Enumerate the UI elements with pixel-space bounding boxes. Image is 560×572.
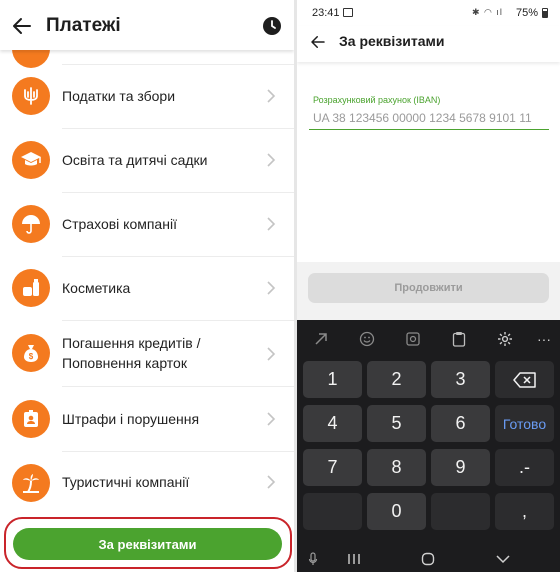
status-bar: 23:41 ✱ ◠ ıl 75% <box>297 0 560 26</box>
system-nav-bar <box>297 546 560 572</box>
requisites-button[interactable]: За реквізитами <box>13 528 282 560</box>
back-arrow-icon[interactable] <box>309 33 327 51</box>
chevron-right-icon <box>267 281 276 295</box>
continue-area: Продовжити <box>297 262 560 320</box>
category-label: Освіта та дитячі садки <box>62 152 208 168</box>
category-label: Погашення кредитів / Поповнення карток <box>62 335 201 371</box>
gallery-icon <box>343 8 353 17</box>
page-title: За реквізитами <box>339 33 445 49</box>
graduation-cap-icon <box>12 141 50 179</box>
trident-icon <box>12 77 50 115</box>
back-chevron-icon[interactable] <box>493 549 513 569</box>
back-arrow-icon[interactable] <box>10 14 34 38</box>
cosmetics-icon <box>12 269 50 307</box>
requisites-header: За реквізитами <box>297 26 560 62</box>
svg-text:$: $ <box>29 352 34 361</box>
continue-button[interactable]: Продовжити <box>308 273 549 303</box>
battery-percent: 75% <box>516 7 539 19</box>
backspace-icon <box>512 371 536 388</box>
category-item-insurance[interactable]: Страхові компанії <box>0 193 294 256</box>
emoji-icon[interactable] <box>356 328 378 350</box>
category-item-taxes[interactable]: Податки та збори <box>0 65 294 128</box>
chevron-right-icon <box>267 153 276 167</box>
badge-icon <box>12 400 50 438</box>
key-4[interactable]: 4 <box>303 405 362 442</box>
key-1[interactable]: 1 <box>303 361 362 398</box>
chevron-right-icon <box>267 412 276 426</box>
money-bag-icon: $ <box>12 334 50 372</box>
payments-header: Платежі <box>0 0 294 50</box>
chevron-right-icon <box>267 347 276 361</box>
category-item-education[interactable]: Освіта та дитячі садки <box>0 129 294 192</box>
home-icon[interactable] <box>418 549 438 569</box>
bottom-action-bar: За реквізитами <box>0 510 294 572</box>
key-3[interactable]: 3 <box>431 361 490 398</box>
category-label: Туристичні компанії <box>62 474 190 490</box>
battery-icon <box>542 8 548 18</box>
done-key[interactable]: Готово <box>495 405 554 442</box>
category-label: Страхові компанії <box>62 216 177 232</box>
key-blank-left[interactable] <box>303 493 362 530</box>
category-label: Податки та збори <box>62 88 176 104</box>
sticker-icon[interactable] <box>402 328 424 350</box>
key-8[interactable]: 8 <box>367 449 426 486</box>
recent-apps-icon[interactable] <box>344 549 364 569</box>
key-6[interactable]: 6 <box>431 405 490 442</box>
page-title: Платежі <box>46 15 121 36</box>
chevron-right-icon <box>267 89 276 103</box>
iban-input[interactable] <box>309 106 549 130</box>
category-item-fines[interactable]: Штрафи і порушення <box>0 387 294 451</box>
numeric-keyboard: ··· 1 2 3 4 5 6 Готово 7 8 9 .- 0 , <box>297 320 560 572</box>
category-item-credits[interactable]: $ Погашення кредитів / Поповнення карток <box>0 321 294 386</box>
umbrella-icon <box>12 205 50 243</box>
clipboard-icon[interactable] <box>448 328 470 350</box>
category-label: Штрафи і порушення <box>62 411 200 427</box>
backspace-key[interactable] <box>495 361 554 398</box>
palm-tree-icon <box>12 464 50 502</box>
status-icons: ✱ ◠ ıl <box>472 7 503 17</box>
comma-key[interactable]: , <box>495 493 554 530</box>
more-options-icon[interactable]: ··· <box>533 328 555 350</box>
key-blank-right[interactable] <box>431 493 490 530</box>
status-time: 23:41 <box>312 7 340 19</box>
payments-screen: Податки та збори Освіта та дитячі садки … <box>0 0 294 572</box>
category-label: Косметика <box>62 280 131 296</box>
requisites-screen: 23:41 ✱ ◠ ıl 75% За реквізитами Розрахун… <box>297 0 560 572</box>
mic-icon[interactable] <box>303 549 323 569</box>
dot-dash-key[interactable]: .- <box>495 449 554 486</box>
category-item-cosmetics[interactable]: Косметика <box>0 257 294 320</box>
key-9[interactable]: 9 <box>431 449 490 486</box>
iban-label: Розрахунковий рахунок (IBAN) <box>313 95 441 105</box>
keyboard-hide-icon[interactable] <box>310 328 332 350</box>
chevron-right-icon <box>267 217 276 231</box>
settings-gear-icon[interactable] <box>494 328 516 350</box>
category-item-tourism[interactable]: Туристичні компанії <box>0 452 294 512</box>
chevron-right-icon <box>267 475 276 489</box>
key-7[interactable]: 7 <box>303 449 362 486</box>
key-2[interactable]: 2 <box>367 361 426 398</box>
key-5[interactable]: 5 <box>367 405 426 442</box>
history-clock-icon[interactable] <box>262 16 282 36</box>
key-0[interactable]: 0 <box>367 493 426 530</box>
